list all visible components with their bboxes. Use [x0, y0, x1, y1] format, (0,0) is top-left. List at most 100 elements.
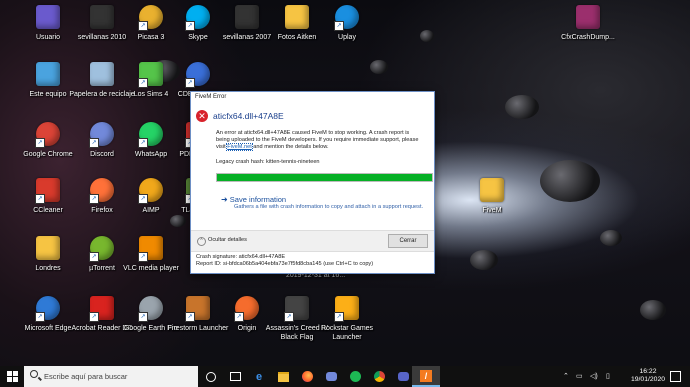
search-box[interactable]: Escribe aquí para buscar — [24, 366, 198, 387]
chrome-icon: ↗ — [35, 122, 61, 148]
close-button[interactable]: Cerrar — [388, 234, 428, 248]
shortcut-arrow-icon: ↗ — [138, 78, 148, 88]
tray-chevron[interactable]: ⌃ — [563, 372, 569, 380]
clock-date: 19/01/2020 — [630, 376, 666, 383]
asteroid — [470, 250, 498, 270]
dialog-footer: ⌃ Ocultar detalles Cerrar — [191, 230, 434, 252]
crash-details: Crash signature: aticfx64.dll+47A8E Repo… — [196, 254, 373, 268]
utorrent-icon: ↗ — [89, 236, 115, 262]
chrome-icon — [373, 371, 385, 382]
shortcut-arrow-icon: ↗ — [138, 21, 148, 31]
folder-icon-glyph — [36, 236, 60, 260]
shortcut-arrow-icon: ↗ — [35, 138, 45, 148]
taskbar-discord-2[interactable] — [392, 366, 414, 387]
cortana-button[interactable] — [200, 366, 222, 387]
discord-icon: ↗ — [89, 122, 115, 148]
dialog-title-bar[interactable]: FiveM Error — [191, 92, 434, 102]
notifications-icon[interactable] — [670, 371, 681, 382]
language-indicator[interactable]: ▯ — [606, 372, 610, 380]
disc-icon: ↗ — [185, 62, 211, 88]
desktop-icon-vlc-media-player[interactable]: ↗ VLC media player — [117, 236, 185, 273]
shortcut-arrow-icon: ↗ — [185, 312, 195, 322]
fivem-link[interactable]: FiveM.net — [226, 143, 253, 151]
google-earth-icon: ↗ — [138, 296, 164, 322]
taskbar-spotify[interactable] — [344, 366, 366, 387]
shortcut-arrow-icon: ↗ — [89, 312, 99, 322]
desktop-icon-label: FiveM — [482, 207, 502, 214]
ccleaner-icon: ↗ — [35, 178, 61, 204]
shortcut-arrow-icon: ↗ — [138, 194, 148, 204]
save-information-description: Gathers a file with crash information to… — [234, 204, 424, 210]
chevron-up-icon[interactable]: ⌃ — [197, 237, 206, 246]
sims-icon: ↗ — [138, 62, 164, 88]
volume-icon[interactable]: ◁) — [590, 372, 598, 380]
search-placeholder: Escribe aquí para buscar — [44, 372, 128, 381]
asteroid — [540, 160, 600, 202]
origin-icon: ↗ — [234, 296, 260, 322]
error-message: An error at aticfx64.dll+47A8E caused Fi… — [216, 130, 421, 151]
file-explorer-icon — [277, 371, 289, 382]
asteroid — [170, 215, 186, 227]
error-heading: aticfx64.dll+47A8E — [213, 111, 284, 121]
archive-icon-glyph — [576, 5, 600, 29]
rockstar-icon: ↗ — [334, 296, 360, 322]
discord-icon — [325, 372, 337, 381]
asteroid — [420, 30, 434, 42]
firefox-icon — [301, 371, 313, 382]
desktop-icon-fivem[interactable]: FiveM — [458, 178, 526, 215]
computer-icon — [35, 62, 61, 88]
taskbar-firefox[interactable] — [296, 366, 318, 387]
discord-icon — [397, 372, 409, 381]
taskbar-edge[interactable]: e — [248, 366, 270, 387]
clock-time: 16:22 — [639, 368, 657, 375]
search-icon-handle — [38, 376, 42, 381]
shortcut-arrow-icon: ↗ — [89, 138, 99, 148]
user-folder-icon-glyph — [36, 5, 60, 29]
shortcut-arrow-icon: ↗ — [334, 312, 344, 322]
firestorm-icon: ↗ — [185, 296, 211, 322]
hide-details-toggle[interactable]: Ocultar detalles — [208, 237, 247, 243]
shortcut-arrow-icon: ↗ — [234, 312, 244, 322]
asteroid — [600, 230, 622, 246]
network-icon[interactable]: ▭ — [576, 372, 583, 380]
picasa-icon: ↗ — [138, 5, 164, 31]
taskbar-fivem[interactable]: / — [412, 366, 440, 387]
upload-progress-bar — [216, 173, 433, 182]
desktop-icon-label: CfxCrashDump... — [561, 34, 615, 41]
taskbar-discord[interactable] — [320, 366, 342, 387]
clock[interactable]: 16:22 19/01/2020 — [630, 368, 666, 384]
save-information-link[interactable]: ➜ Save information — [221, 195, 286, 204]
acrobat-icon: ↗ — [89, 296, 115, 322]
firefox-icon: ↗ — [89, 178, 115, 204]
user-folder-icon — [35, 5, 61, 31]
start-button[interactable] — [0, 366, 24, 387]
folder-icon — [284, 5, 310, 31]
taskbar-file-explorer[interactable] — [272, 366, 294, 387]
taskbar-chrome[interactable] — [368, 366, 390, 387]
desktop-icon-uplay[interactable]: ↗ Uplay — [313, 5, 381, 42]
fivem-folder-icon — [479, 178, 505, 204]
task-view-button[interactable] — [224, 366, 246, 387]
fivem-icon: / — [420, 369, 432, 382]
windows-icon — [6, 371, 18, 382]
archive-icon — [575, 5, 601, 31]
dialog-title: FiveM Error — [195, 94, 227, 100]
desktop-icon-rockstar-games-launcher[interactable]: ↗ Rockstar Games Launcher — [313, 296, 381, 342]
video-file-icon-glyph — [235, 5, 259, 29]
fivem-folder-icon-glyph — [480, 178, 504, 202]
shortcut-arrow-icon: ↗ — [138, 138, 148, 148]
spotify-icon — [349, 371, 361, 382]
desktop-icon-cfxcrashdump[interactable]: CfxCrashDump... — [554, 5, 622, 42]
shortcut-arrow-icon: ↗ — [334, 21, 344, 31]
task-view-icon — [229, 372, 241, 381]
arrow-right-icon: ➜ — [221, 195, 228, 204]
edge-icon: ↗ — [35, 296, 61, 322]
shortcut-arrow-icon: ↗ — [185, 21, 195, 31]
vlc-icon: ↗ — [138, 236, 164, 262]
edge-icon: e — [255, 370, 263, 383]
video-file-icon-glyph — [90, 5, 114, 29]
shortcut-arrow-icon: ↗ — [138, 312, 148, 322]
shortcut-arrow-icon: ↗ — [89, 252, 99, 262]
error-message-part2: and mention the details below. — [251, 144, 329, 150]
legacy-crash-hash: Legacy crash hash: kitten-tennis-ninetee… — [216, 159, 320, 165]
